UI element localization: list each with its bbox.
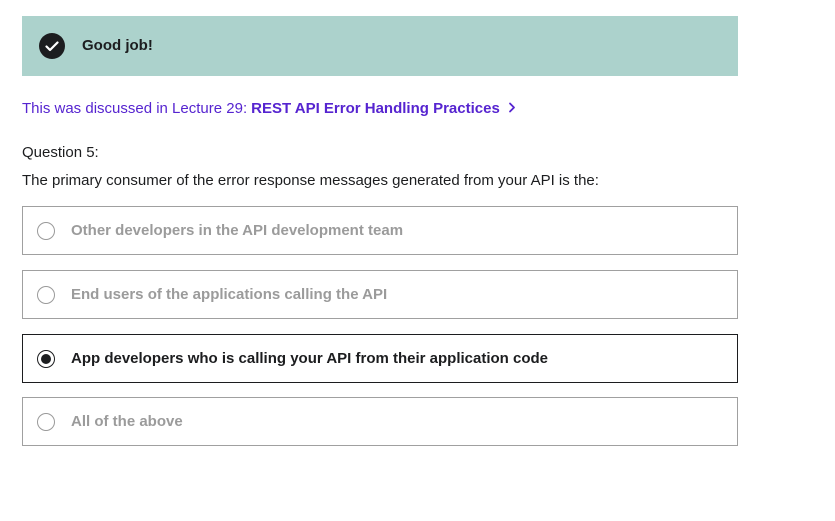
answer-option[interactable]: End users of the applications calling th…	[22, 270, 738, 319]
lecture-link[interactable]: REST API Error Handling Practices	[251, 100, 516, 117]
answer-option-label: Other developers in the API development …	[71, 222, 404, 239]
lecture-link-label: REST API Error Handling Practices	[251, 100, 500, 117]
question-text: The primary consumer of the error respon…	[22, 172, 599, 189]
answer-option[interactable]: App developers who is calling your API f…	[22, 334, 738, 383]
answer-option[interactable]: Other developers in the API development …	[22, 206, 738, 255]
question-number: Question 5:	[22, 144, 99, 161]
answer-option-label: All of the above	[71, 413, 183, 430]
radio-button[interactable]	[37, 412, 55, 431]
radio-button[interactable]	[37, 221, 55, 240]
lecture-reference: This was discussed in Lecture 29: REST A…	[22, 100, 516, 117]
result-message: Good job!	[82, 37, 153, 54]
chevron-right-icon	[508, 100, 516, 117]
radio-button[interactable]	[37, 349, 55, 368]
answer-option-label: End users of the applications calling th…	[71, 286, 388, 303]
lecture-prefix: This was discussed in Lecture 29:	[22, 100, 248, 117]
answer-option-label: App developers who is calling your API f…	[71, 350, 549, 367]
result-banner: Good job!	[22, 16, 738, 76]
radio-selected-dot	[41, 353, 51, 364]
check-circle-icon	[39, 33, 65, 59]
radio-button[interactable]	[37, 285, 55, 304]
answer-option[interactable]: All of the above	[22, 397, 738, 446]
